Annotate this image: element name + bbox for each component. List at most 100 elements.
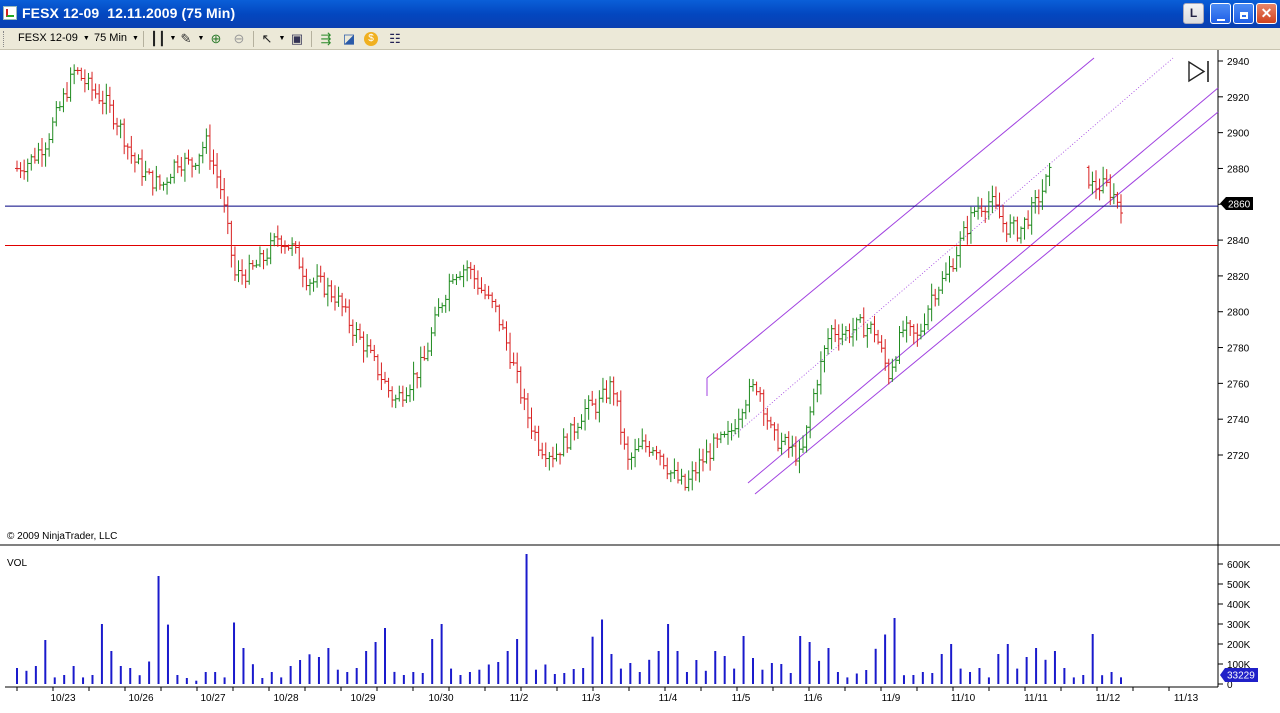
ninjatrader-app-icon[interactable] bbox=[3, 6, 17, 20]
interval-dropdown[interactable]: 75 Min ▼ bbox=[94, 32, 139, 44]
volume-bar bbox=[723, 656, 726, 684]
volume-bar bbox=[478, 669, 481, 684]
drawing-pencil-icon[interactable]: ✎ bbox=[178, 31, 194, 47]
price-bar bbox=[615, 392, 620, 407]
scroll-to-end-icon[interactable] bbox=[1188, 60, 1209, 83]
price-bar bbox=[865, 323, 870, 348]
volume-bar bbox=[525, 554, 528, 684]
regression-channel[interactable] bbox=[706, 57, 1219, 495]
price-bar bbox=[593, 398, 598, 420]
volume-bar bbox=[874, 648, 877, 684]
price-bar bbox=[1043, 174, 1048, 194]
price-bar bbox=[843, 326, 848, 341]
price-axis-label: 2920 bbox=[1227, 93, 1250, 104]
volume-bar bbox=[100, 624, 103, 684]
volume-bar bbox=[129, 668, 132, 684]
volume-bar bbox=[346, 672, 349, 684]
price-bar bbox=[483, 284, 488, 300]
price-bar bbox=[811, 388, 816, 416]
price-bar bbox=[940, 271, 945, 294]
indicators-icon[interactable]: ◪ bbox=[341, 31, 357, 47]
volume-bar bbox=[317, 657, 320, 684]
date-axis[interactable]: 10/23 10/26 10/27 10/28 10/29 10/30 11/2 11/3 11… bbox=[16, 687, 1199, 704]
price-bar bbox=[415, 372, 420, 389]
price-bar bbox=[1097, 178, 1102, 201]
price-bar bbox=[879, 335, 884, 353]
volume-bar bbox=[289, 666, 292, 684]
price-bar bbox=[893, 356, 898, 372]
price-bar bbox=[57, 101, 62, 112]
price-bar bbox=[668, 470, 673, 483]
volume-bar bbox=[421, 673, 424, 684]
channel-line bbox=[706, 57, 1095, 379]
price-chart[interactable]: © 2009 NinjaTrader, LLC VOL 2940 2920 2900… bbox=[0, 50, 1280, 713]
price-bar bbox=[318, 265, 323, 283]
volume-bar bbox=[714, 651, 717, 684]
price-bar bbox=[600, 377, 605, 403]
price-bar bbox=[154, 165, 159, 192]
data-box-icon[interactable]: ☷ bbox=[387, 31, 403, 47]
restore-button[interactable] bbox=[1233, 3, 1254, 24]
price-bar bbox=[761, 389, 766, 426]
volume-bar bbox=[752, 658, 754, 684]
price-bar bbox=[68, 67, 73, 102]
price-bar bbox=[901, 320, 906, 338]
instrument-dropdown[interactable]: FESX 12-09 ▼ bbox=[18, 32, 90, 44]
price-bar bbox=[590, 390, 595, 406]
close-button[interactable]: ✕ bbox=[1256, 3, 1277, 24]
zoom-out-icon[interactable]: ⊖ bbox=[231, 31, 247, 47]
price-bar bbox=[640, 428, 645, 450]
link-l-button[interactable]: L bbox=[1183, 3, 1204, 24]
price-bar bbox=[504, 321, 509, 351]
price-bar bbox=[515, 352, 520, 384]
price-bar bbox=[229, 220, 234, 268]
date-axis-label: 11/4 bbox=[659, 693, 678, 704]
price-bar bbox=[693, 461, 698, 481]
price-bar bbox=[797, 440, 802, 474]
price-bar bbox=[422, 345, 427, 361]
cursor-icon[interactable]: ↖ bbox=[259, 31, 275, 47]
price-bar bbox=[711, 433, 716, 461]
volume-bar bbox=[789, 673, 792, 684]
zoom-in-icon[interactable]: ⊕ bbox=[208, 31, 224, 47]
price-bar bbox=[926, 305, 931, 330]
minimize-icon bbox=[1216, 19, 1225, 21]
current-price-marker: 2860 bbox=[1220, 197, 1253, 211]
price-bar bbox=[82, 69, 87, 93]
price-bar bbox=[279, 235, 284, 254]
close-icon: ✕ bbox=[1260, 5, 1273, 21]
volume-axis-label: 400K bbox=[1227, 600, 1251, 611]
volume-bar bbox=[695, 660, 698, 684]
strategies-icon[interactable]: $ bbox=[364, 32, 378, 46]
price-bar bbox=[604, 380, 609, 404]
chevron-down-icon[interactable]: ▼ bbox=[193, 31, 209, 47]
volume-bar bbox=[34, 666, 37, 684]
volume-bar bbox=[902, 675, 905, 684]
horizontal-lines[interactable] bbox=[5, 205, 1218, 246]
price-bar bbox=[365, 334, 370, 358]
price-bar bbox=[440, 302, 445, 313]
chevron-down-icon: ▼ bbox=[82, 35, 90, 42]
price-bar bbox=[250, 259, 255, 270]
price-axis[interactable]: 2940 2920 2900 2880 2860 2840 2820 2800 2780 2760… bbox=[1218, 57, 1250, 462]
volume-bar bbox=[610, 654, 613, 684]
volume-bar bbox=[440, 624, 443, 684]
chevron-down-icon[interactable]: ▼ bbox=[274, 31, 290, 47]
toolbar-separator bbox=[311, 31, 312, 47]
price-bar bbox=[929, 283, 934, 322]
price-bar bbox=[1001, 204, 1006, 233]
price-bar bbox=[486, 285, 491, 300]
volume-bar bbox=[185, 678, 188, 684]
volume-bar bbox=[223, 677, 226, 684]
properties-icon[interactable]: ▣ bbox=[289, 31, 305, 47]
volume-bar bbox=[1044, 659, 1047, 684]
bar-type-icon[interactable]: ┃┃ bbox=[150, 31, 166, 47]
minimize-button[interactable] bbox=[1210, 3, 1231, 24]
price-bar bbox=[518, 366, 523, 404]
volume-bar bbox=[1082, 675, 1085, 684]
data-series-icon[interactable]: ⇶ bbox=[318, 31, 334, 47]
volume-bar bbox=[166, 624, 169, 684]
price-bar bbox=[147, 168, 152, 175]
volume-bar bbox=[214, 672, 217, 684]
volume-bar bbox=[893, 618, 896, 684]
